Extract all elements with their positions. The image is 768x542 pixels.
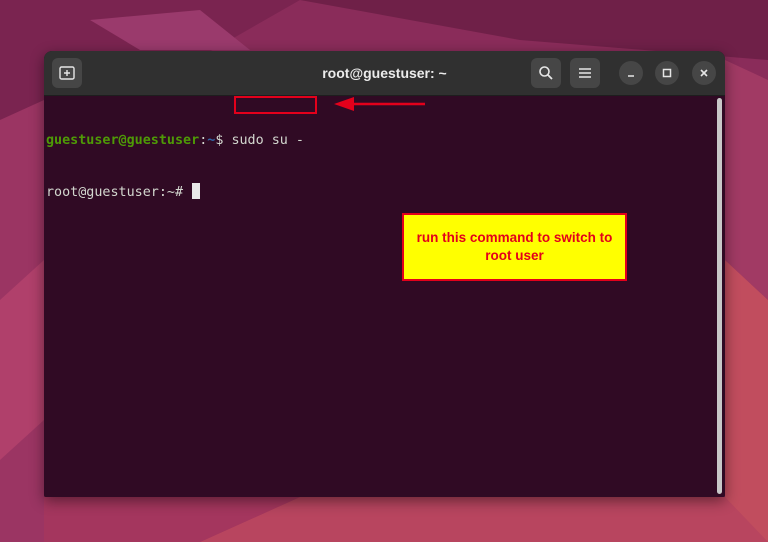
command-text: sudo su - — [231, 133, 304, 148]
close-icon — [700, 69, 708, 77]
title-bar: root@guestuser: ~ — [44, 51, 725, 96]
search-button[interactable] — [531, 58, 561, 88]
prompt-symbol: $ — [215, 133, 232, 148]
terminal-line-root-prompt: root@guestuser:~# — [46, 183, 716, 200]
prompt-user-host: guestuser@guestuser — [46, 133, 200, 148]
menu-button[interactable] — [570, 58, 600, 88]
minimize-icon — [628, 75, 634, 77]
scrollbar[interactable] — [717, 98, 722, 494]
text-cursor — [192, 183, 201, 199]
terminal-output[interactable]: guestuser@guestuser:~$ sudo su - root@gu… — [46, 98, 716, 493]
maximize-icon — [662, 68, 672, 78]
root-prompt: root@guestuser:~# — [46, 185, 192, 200]
command-highlight-box — [234, 96, 317, 114]
minimize-button[interactable] — [619, 61, 643, 85]
annotation-note: run this command to switch to root user — [402, 213, 627, 281]
hamburger-menu-icon — [579, 68, 591, 78]
close-button[interactable] — [692, 61, 716, 85]
search-icon — [539, 66, 553, 80]
annotation-arrow — [334, 97, 425, 111]
terminal-line-command: guestuser@guestuser:~$ sudo su - — [46, 132, 716, 149]
maximize-button[interactable] — [655, 61, 679, 85]
